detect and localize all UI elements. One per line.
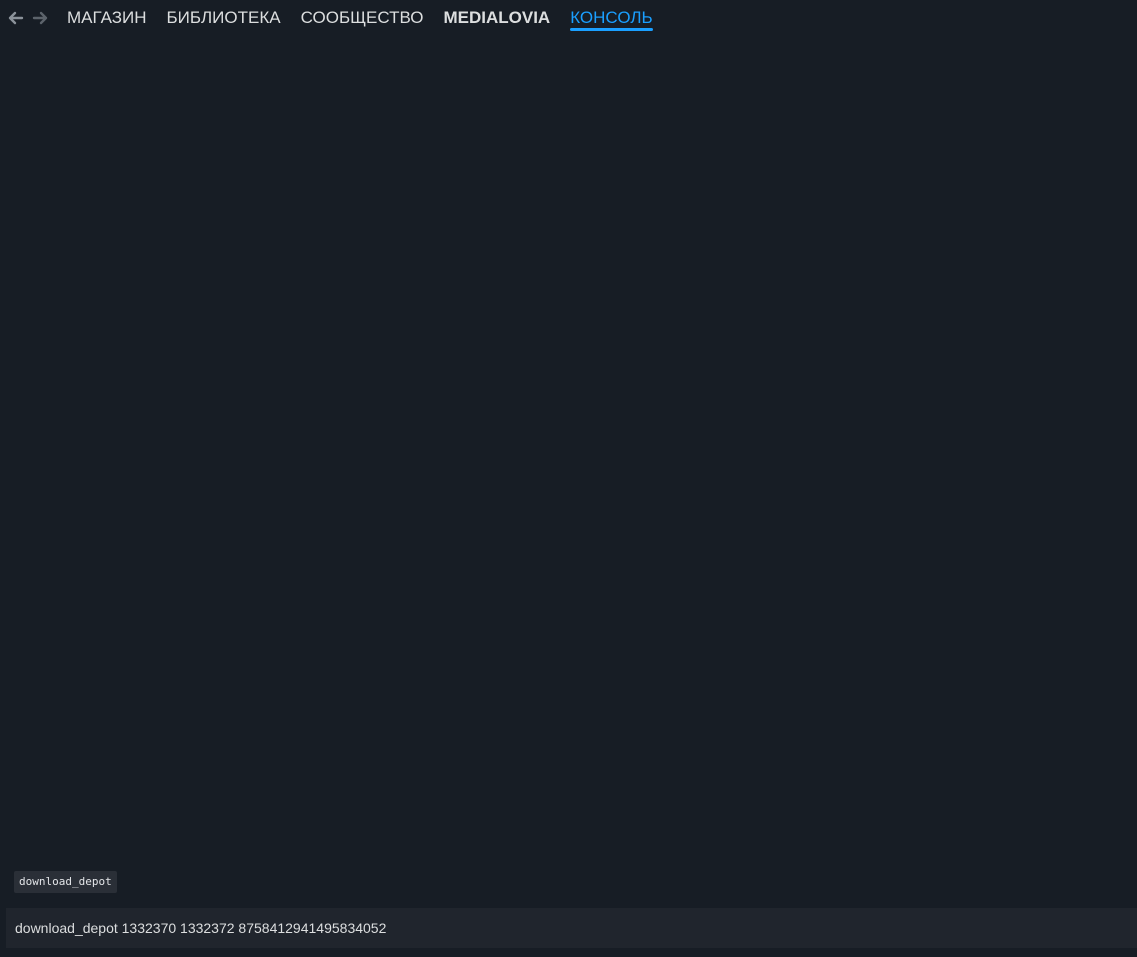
tab-console[interactable]: КОНСОЛЬ xyxy=(570,0,654,36)
tab-library[interactable]: БИБЛИОТЕКА xyxy=(166,0,280,36)
forward-arrow-icon[interactable] xyxy=(30,8,50,28)
console-input[interactable] xyxy=(6,908,1137,948)
main-tabs: МАГАЗИН БИБЛИОТЕКА СООБЩЕСТВО MEDIALOVIA… xyxy=(67,0,673,36)
tab-profile[interactable]: MEDIALOVIA xyxy=(443,0,550,36)
console-input-bar xyxy=(6,908,1137,948)
tab-community[interactable]: СООБЩЕСТВО xyxy=(301,0,424,36)
console-output-area xyxy=(0,36,1137,866)
tab-store[interactable]: МАГАЗИН xyxy=(67,0,146,36)
top-nav-bar: МАГАЗИН БИБЛИОТЕКА СООБЩЕСТВО MEDIALOVIA… xyxy=(0,0,1137,36)
autocomplete-suggestion[interactable]: download_depot xyxy=(14,871,117,893)
back-arrow-icon[interactable] xyxy=(6,8,26,28)
